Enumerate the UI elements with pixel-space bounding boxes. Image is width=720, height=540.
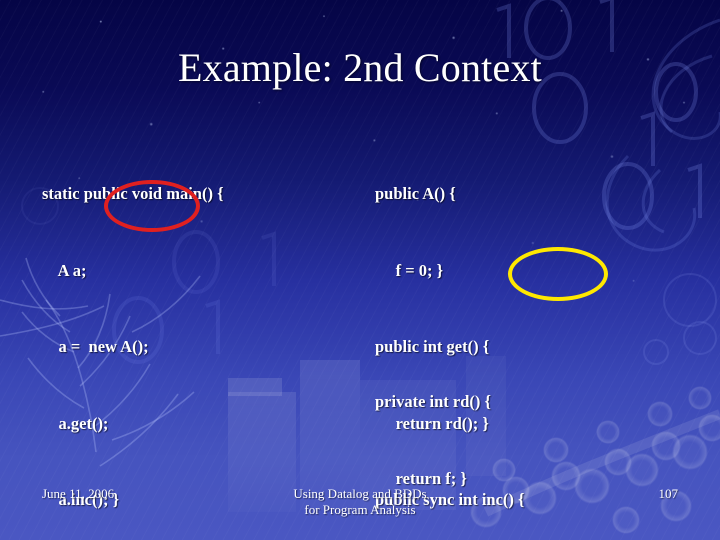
code-line: A a; xyxy=(42,260,87,280)
code-line: public A() { xyxy=(375,184,456,203)
slide-title: Example: 2nd Context xyxy=(178,45,542,90)
slide-footer: June 11, 2006 Using Datalog and BDDs for… xyxy=(0,486,720,530)
footer-title: Using Datalog and BDDs for Program Analy… xyxy=(0,486,720,518)
code-line: a.get(); xyxy=(42,413,109,433)
footer-title-line2: for Program Analysis xyxy=(304,502,416,517)
footer-title-line1: Using Datalog and BDDs xyxy=(293,486,427,501)
yellow-annotation-ellipse xyxy=(508,247,608,301)
code-line: private int rd() { xyxy=(375,392,492,411)
footer-page-number: 107 xyxy=(658,486,679,501)
slide: Example: 2nd Context static public void … xyxy=(0,0,720,540)
code-line: a = new A(); xyxy=(42,337,149,356)
red-annotation-ellipse xyxy=(104,180,200,232)
